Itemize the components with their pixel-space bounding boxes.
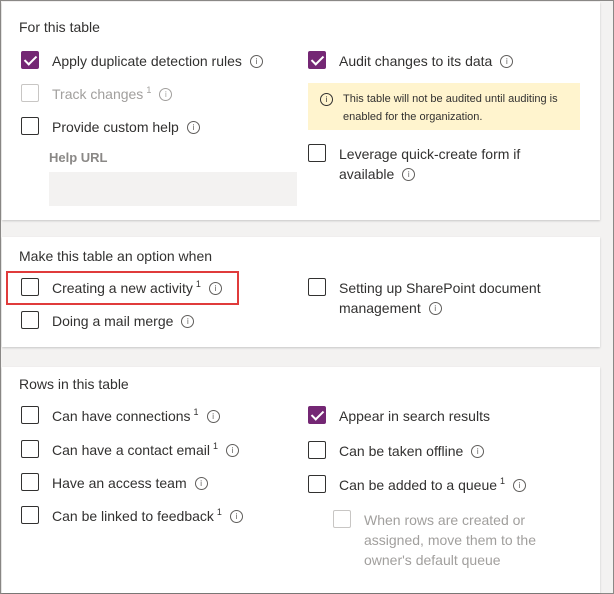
contact-email-option[interactable]: Can have a contact email 1 i	[21, 440, 239, 462]
audit-changes-checkbox[interactable]	[308, 51, 326, 69]
section-heading: Make this table an option when	[19, 248, 213, 264]
quick-create-label: Leverage quick-create form if available i	[339, 146, 521, 182]
access-team-option[interactable]: Have an access team i	[21, 473, 208, 493]
rows-in-table-panel: Rows in this table Can have connections 1…	[2, 367, 600, 593]
audit-changes-option[interactable]: Audit changes to its data i	[308, 51, 514, 71]
audit-notice-text: This table will not be audited until aud…	[343, 93, 558, 123]
offline-option[interactable]: Can be taken offline i	[308, 441, 485, 461]
duplicate-detection-option[interactable]: Apply duplicate detection rules i	[21, 51, 263, 71]
queue-option[interactable]: Can be added to a queue 1 i	[308, 475, 527, 497]
feedback-label: Can be linked to feedback 1 i	[52, 506, 243, 528]
contact-email-label: Can have a contact email 1 i	[52, 440, 239, 462]
audit-notice-banner: i This table will not be audited until a…	[308, 83, 580, 130]
info-icon[interactable]: i	[249, 55, 263, 68]
mail-merge-checkbox[interactable]	[21, 311, 39, 329]
quick-create-option[interactable]: Leverage quick-create form if available i	[308, 144, 578, 184]
search-results-checkbox[interactable]	[308, 406, 326, 424]
info-icon[interactable]: i	[513, 479, 527, 492]
connections-label: Can have connections 1 i	[52, 406, 220, 428]
help-url-input[interactable]	[49, 172, 297, 206]
sharepoint-option[interactable]: Setting up SharePoint document managemen…	[308, 278, 578, 318]
feedback-option[interactable]: Can be linked to feedback 1 i	[21, 506, 243, 528]
track-changes-option: Track changes 1 i	[21, 84, 173, 106]
for-this-table-panel: For this table Apply duplicate detection…	[2, 2, 600, 220]
access-team-label: Have an access team i	[52, 473, 208, 493]
move-to-queue-checkbox	[333, 510, 351, 528]
quick-create-checkbox[interactable]	[308, 144, 326, 162]
offline-label: Can be taken offline i	[339, 441, 485, 461]
section-heading: For this table	[19, 19, 100, 35]
info-icon[interactable]: i	[500, 55, 514, 68]
feedback-checkbox[interactable]	[21, 506, 39, 524]
info-icon[interactable]: i	[159, 88, 173, 101]
info-icon: i	[320, 93, 333, 106]
info-icon[interactable]: i	[471, 445, 485, 458]
settings-frame: For this table Apply duplicate detection…	[0, 0, 614, 594]
duplicate-detection-label: Apply duplicate detection rules i	[52, 51, 263, 71]
info-icon[interactable]: i	[181, 315, 195, 328]
custom-help-option[interactable]: Provide custom help i	[21, 117, 200, 137]
queue-label: Can be added to a queue 1 i	[339, 475, 527, 497]
info-icon[interactable]: i	[428, 302, 442, 315]
info-icon[interactable]: i	[186, 121, 200, 134]
contact-email-checkbox[interactable]	[21, 440, 39, 458]
move-to-queue-label: When rows are created or assigned, move …	[364, 512, 536, 568]
access-team-checkbox[interactable]	[21, 473, 39, 491]
custom-help-label: Provide custom help i	[52, 117, 200, 137]
track-changes-checkbox	[21, 84, 39, 102]
track-changes-label: Track changes 1 i	[52, 84, 173, 106]
audit-changes-label: Audit changes to its data i	[339, 51, 514, 71]
search-results-option[interactable]: Appear in search results	[308, 406, 490, 426]
info-icon[interactable]: i	[206, 410, 220, 423]
sharepoint-label: Setting up SharePoint document managemen…	[339, 280, 541, 316]
sharepoint-checkbox[interactable]	[308, 278, 326, 296]
queue-checkbox[interactable]	[308, 475, 326, 493]
custom-help-checkbox[interactable]	[21, 117, 39, 135]
info-icon[interactable]: i	[194, 477, 208, 490]
info-icon[interactable]: i	[402, 168, 416, 181]
help-url-label: Help URL	[49, 150, 108, 165]
move-to-queue-option: When rows are created or assigned, move …	[333, 510, 573, 570]
connections-option[interactable]: Can have connections 1 i	[21, 406, 220, 428]
search-results-label: Appear in search results	[339, 408, 490, 424]
duplicate-detection-checkbox[interactable]	[21, 51, 39, 69]
info-icon[interactable]: i	[229, 510, 243, 523]
mail-merge-option[interactable]: Doing a mail merge i	[21, 311, 195, 331]
connections-checkbox[interactable]	[21, 406, 39, 424]
offline-checkbox[interactable]	[308, 441, 326, 459]
mail-merge-label: Doing a mail merge i	[52, 311, 195, 331]
section-heading: Rows in this table	[19, 376, 129, 392]
highlight-rectangle	[6, 271, 239, 305]
info-icon[interactable]: i	[226, 444, 239, 457]
